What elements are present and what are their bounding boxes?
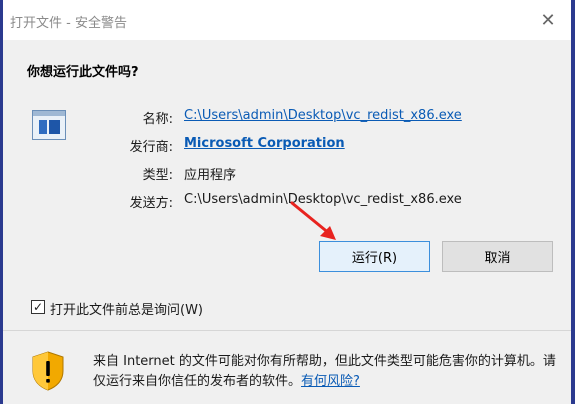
type-label: 类型: <box>142 168 173 183</box>
security-shield-warning-icon <box>32 351 64 391</box>
always-ask-checkbox[interactable]: ✓ <box>31 300 45 314</box>
security-warning-dialog: 打开文件 - 安全警告 ✕ 你想运行此文件吗? 名称: C:\Users\adm… <box>3 0 571 404</box>
name-label: 名称: <box>142 112 173 127</box>
from-label: 发送方: <box>129 196 173 211</box>
type-value: 应用程序 <box>184 168 237 183</box>
run-button[interactable]: 运行(R) <box>319 241 430 272</box>
from-value: C:\Users\admin\Desktop\vc_redist_x86.exe <box>184 192 462 207</box>
cancel-button[interactable]: 取消 <box>442 241 553 272</box>
warning-text: 来自 Internet 的文件可能对你有所帮助，但此文件类型可能危害你的计算机。… <box>93 352 563 392</box>
what-is-risk-link[interactable]: 有何风险? <box>301 374 360 389</box>
publisher-link[interactable]: Microsoft Corporation <box>184 136 345 151</box>
question-heading: 你想运行此文件吗? <box>27 65 139 80</box>
file-name-link[interactable]: C:\Users\admin\Desktop\vc_redist_x86.exe <box>184 108 462 123</box>
application-window-icon <box>32 110 66 140</box>
window-title: 打开文件 - 安全警告 <box>10 16 127 31</box>
close-icon[interactable]: ✕ <box>525 0 571 40</box>
title-bar: 打开文件 - 安全警告 ✕ <box>3 0 571 40</box>
always-ask-label[interactable]: 打开此文件前总是询问(W) <box>50 299 203 318</box>
publisher-label: 发行商: <box>129 140 173 155</box>
